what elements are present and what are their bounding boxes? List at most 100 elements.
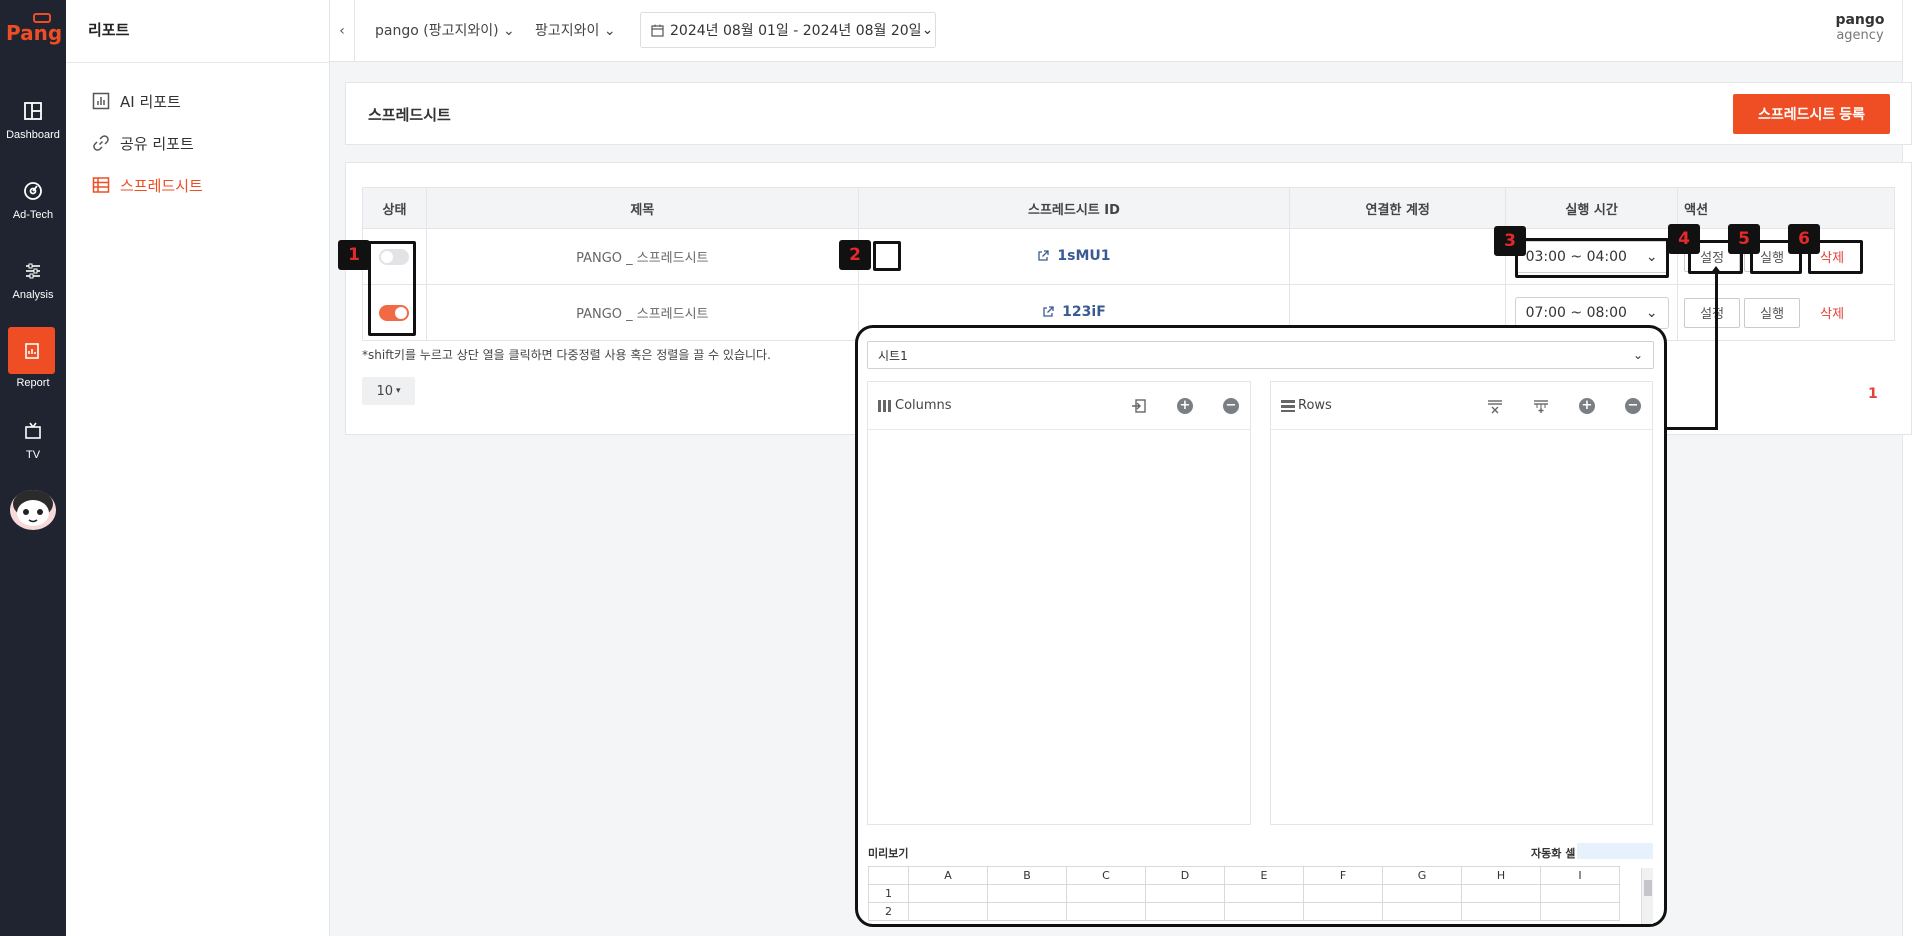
preview-cell[interactable]: [1303, 884, 1383, 903]
chevron-down-icon: ⌄: [1645, 304, 1658, 321]
rows-title: Rows: [1281, 398, 1458, 413]
add-column-button[interactable]: +: [1176, 397, 1194, 415]
chevron-down-icon: ⌄: [1632, 348, 1643, 362]
column-header-account[interactable]: 연결한 계정: [1289, 187, 1507, 229]
minus-circle-icon: −: [1223, 397, 1239, 414]
remove-column-button[interactable]: −: [1222, 397, 1240, 415]
sidebar-item-shared-report[interactable]: 공유 리포트: [92, 132, 194, 154]
remove-row-button[interactable]: −: [1624, 397, 1642, 415]
svg-text:Pango: Pango: [6, 21, 62, 45]
add-row-button[interactable]: +: [1578, 397, 1596, 415]
sheet-id-cell: 1sMU1: [857, 228, 1291, 285]
preview-cell[interactable]: [1066, 902, 1146, 921]
column-letter[interactable]: G: [1382, 866, 1462, 885]
account-select[interactable]: pango (팡고지와이) ⌄: [375, 20, 515, 40]
register-spreadsheet-button[interactable]: 스프레드시트 등록: [1733, 94, 1890, 134]
chevron-left-icon: ‹: [339, 23, 345, 39]
column-letter[interactable]: B: [987, 866, 1067, 885]
run-time-select[interactable]: 07:00 ~ 08:00 ⌄: [1514, 296, 1669, 329]
column-letter[interactable]: C: [1066, 866, 1146, 885]
column-header-title[interactable]: 제목: [425, 187, 859, 229]
user-menu[interactable]: pango agency: [1810, 12, 1910, 43]
mascot-avatar[interactable]: [8, 486, 58, 532]
preview-cell[interactable]: [987, 902, 1067, 921]
preview-cell[interactable]: [908, 902, 988, 921]
rail-item-tv[interactable]: TV: [0, 406, 66, 476]
preview-cell[interactable]: [1224, 902, 1304, 921]
preview-cell[interactable]: [1382, 902, 1462, 921]
pagination-current[interactable]: 1: [1868, 386, 1878, 402]
rail-label-adtech: Ad-Tech: [12, 209, 54, 221]
auto-cell-indicator: [1577, 843, 1653, 859]
user-role: agency: [1836, 28, 1884, 43]
date-range-value: 2024년 08월 01일 - 2024년 08월 20일: [670, 23, 922, 39]
column-letter[interactable]: A: [908, 866, 988, 885]
rail-item-report[interactable]: [8, 327, 55, 374]
columns-title: Columns: [878, 398, 1102, 413]
chevron-down-icon: ⌄: [603, 23, 616, 39]
preview-cell[interactable]: [1145, 884, 1225, 903]
preview-cell[interactable]: [1145, 902, 1225, 921]
column-letter[interactable]: I: [1540, 866, 1620, 885]
agency-select[interactable]: 팡고지와이 ⌄: [535, 20, 616, 40]
sheet-select[interactable]: 시트1 ⌄: [867, 341, 1654, 369]
preview-cell[interactable]: [1540, 902, 1620, 921]
column-header-sheet-id[interactable]: 스프레드시트 ID: [857, 187, 1291, 229]
page-header-card: [345, 82, 1912, 145]
column-letter[interactable]: E: [1224, 866, 1304, 885]
sidebar-item-ai-report[interactable]: AI 리포트: [92, 90, 181, 112]
table-remove-icon: [1488, 399, 1502, 413]
sheet-id-link[interactable]: 123iF: [1042, 304, 1106, 320]
rail-item-adtech[interactable]: Ad-Tech: [0, 166, 66, 236]
sidebar-item-spreadsheet[interactable]: 스프레드시트: [92, 174, 203, 196]
page-size-select[interactable]: 10 ▾: [362, 377, 415, 405]
page-size-value: 10: [376, 383, 393, 399]
annotation-badge: 4: [1668, 224, 1700, 254]
delete-button[interactable]: 삭제: [1804, 297, 1861, 328]
sidebar-item-label: 스프레드시트: [120, 176, 203, 195]
rows-label: Rows: [1298, 398, 1332, 413]
rail-label-report: Report: [16, 377, 50, 389]
date-range-picker[interactable]: 2024년 08월 01일 - 2024년 08월 20일 ⌄: [640, 12, 936, 48]
column-letter[interactable]: F: [1303, 866, 1383, 885]
preview-cell[interactable]: [1540, 884, 1620, 903]
preview-cell[interactable]: [1066, 884, 1146, 903]
preview-cell[interactable]: [908, 884, 988, 903]
column-letter[interactable]: H: [1461, 866, 1541, 885]
sheet-id-link[interactable]: 1sMU1: [1037, 248, 1111, 264]
insert-rows-button[interactable]: [1532, 397, 1550, 415]
chevron-down-icon: ⌄: [921, 22, 934, 38]
row-number[interactable]: 1: [868, 884, 909, 903]
column-letter[interactable]: D: [1145, 866, 1225, 885]
actions-cell: 설정 실행 삭제: [1677, 284, 1895, 341]
run-button[interactable]: 실행: [1744, 297, 1801, 328]
preview-cell[interactable]: [1303, 902, 1383, 921]
clear-rows-button[interactable]: [1486, 397, 1504, 415]
import-columns-button[interactable]: [1130, 397, 1148, 415]
preview-scrollbar[interactable]: [1641, 868, 1653, 924]
plus-circle-icon: +: [1177, 397, 1193, 414]
annotation-connector: [1715, 272, 1718, 430]
preview-cell[interactable]: [1461, 902, 1541, 921]
chart-icon: [92, 92, 110, 110]
preview-cell[interactable]: [987, 884, 1067, 903]
pango-logo[interactable]: Pango: [4, 10, 76, 48]
rail-item-dashboard[interactable]: Dashboard: [0, 86, 66, 156]
title-cell: PANGO _ 스프레드시트: [425, 284, 859, 341]
sidebar-item-label: 공유 리포트: [120, 134, 194, 153]
annotation-connector: [1666, 427, 1718, 430]
scrollbar-thumb[interactable]: [1644, 880, 1652, 896]
table-insert-icon: [1534, 399, 1548, 413]
rail-item-analysis[interactable]: Analysis: [0, 246, 66, 316]
column-header-status[interactable]: 상태: [362, 187, 427, 229]
preview-row: 2: [868, 902, 1620, 921]
collapse-sidebar-button[interactable]: ‹: [330, 0, 355, 62]
rail-label-tv: TV: [25, 449, 41, 461]
minus-circle-icon: −: [1625, 397, 1641, 414]
preview-cell[interactable]: [1224, 884, 1304, 903]
column-header-run-time[interactable]: 실행 시간: [1505, 187, 1679, 229]
row-number[interactable]: 2: [868, 902, 909, 921]
preview-cell[interactable]: [1382, 884, 1462, 903]
settings-button[interactable]: 설정: [1684, 297, 1741, 328]
preview-cell[interactable]: [1461, 884, 1541, 903]
